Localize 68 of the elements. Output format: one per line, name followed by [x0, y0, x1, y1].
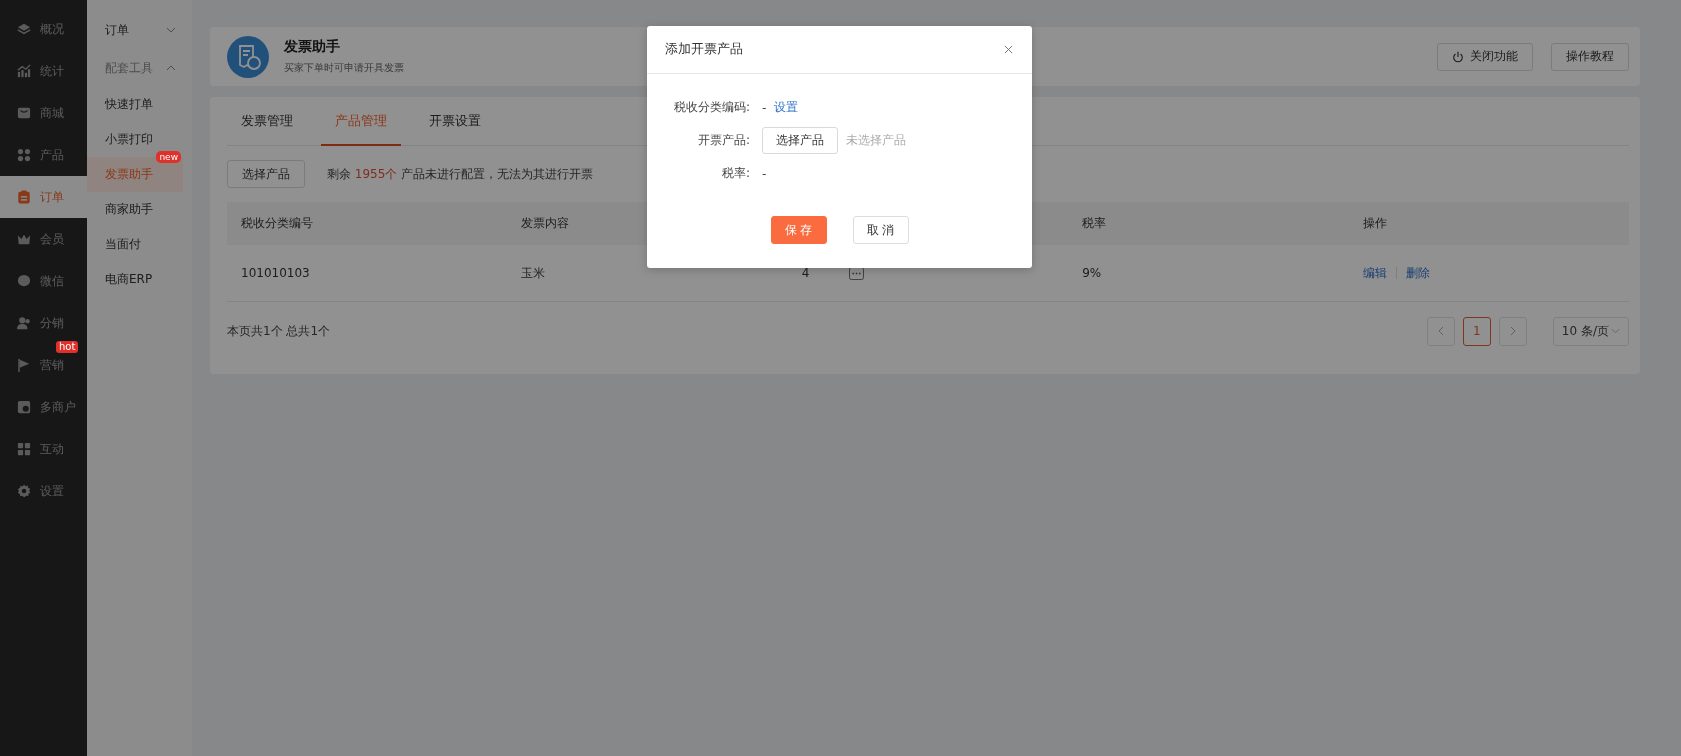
submenu-item[interactable]: 快速打单	[87, 87, 183, 122]
nav-item[interactable]: 统计	[0, 50, 87, 92]
table-cell: 4	[801, 266, 810, 280]
nav-item[interactable]: 会员	[0, 218, 87, 260]
edit-link[interactable]: 编辑	[1362, 264, 1387, 282]
column-header: 操作	[1361, 215, 1388, 232]
page-title: 发票助手	[284, 38, 341, 56]
field-hint: 未选择产品	[846, 132, 906, 149]
nav-item[interactable]: 营销	[0, 354, 87, 376]
column-header: 发票内容	[520, 215, 571, 232]
close-feature-button[interactable]: 关闭功能	[1437, 42, 1533, 71]
table-cell: 9%	[1082, 266, 1102, 280]
cancel-button[interactable]: 取 消	[852, 216, 909, 244]
field-label: 开票产品:	[696, 132, 750, 149]
chevron-down-icon	[1611, 328, 1620, 334]
hot-badge: hot	[56, 341, 79, 353]
nav-item[interactable]: 产品	[0, 134, 87, 176]
select-product-button[interactable]: 选择产品	[762, 127, 838, 154]
chevron-down-icon	[166, 27, 176, 33]
chevron-up-icon	[166, 65, 176, 71]
settings-icon	[17, 484, 31, 498]
submenu-item[interactable]: 当面付	[87, 227, 183, 262]
tutorial-button[interactable]: 操作教程	[1551, 42, 1629, 71]
nav-item[interactable]: 概况	[0, 8, 87, 50]
menu-group[interactable]: 配套工具	[87, 49, 192, 87]
submenu-item[interactable]: 商家助手	[87, 192, 183, 227]
field-label: 税收分类编码:	[672, 99, 750, 116]
invoice-icon	[227, 35, 269, 78]
column-header: 税率	[1081, 215, 1108, 232]
menu-group[interactable]: 订单	[87, 11, 192, 49]
apps-icon	[17, 442, 31, 456]
table-cell: 玉米	[521, 264, 546, 282]
nav-item[interactable]: 微信	[0, 260, 87, 302]
chevron-right-icon	[1509, 326, 1516, 336]
power-icon	[1452, 50, 1464, 63]
chart-icon	[17, 64, 31, 78]
close-icon[interactable]	[1004, 45, 1013, 54]
setup-link[interactable]: 设置	[774, 99, 799, 116]
flag-icon	[17, 358, 31, 372]
tab[interactable]: 发票管理	[227, 97, 307, 146]
save-button[interactable]: 保 存	[770, 216, 827, 244]
new-badge: new	[156, 151, 181, 163]
crown-icon	[17, 232, 31, 246]
page-summary: 本页共1个 总共1个	[227, 322, 331, 340]
delete-link[interactable]: 删除	[1405, 264, 1430, 282]
grid-icon	[17, 148, 31, 162]
users-icon	[17, 316, 31, 330]
page-size-select[interactable]: 10 条/页	[1552, 316, 1629, 346]
nav-item[interactable]: 互动	[0, 428, 87, 470]
page-button[interactable]: 1	[1462, 316, 1491, 346]
field-value: -	[762, 100, 767, 115]
select-product-button[interactable]: 选择产品	[227, 160, 305, 188]
tab[interactable]: 产品管理	[321, 97, 401, 146]
column-header: 税收分类编号	[240, 215, 314, 232]
tab[interactable]: 开票设置	[415, 97, 495, 146]
chevron-left-icon	[1437, 326, 1444, 336]
page-subtitle: 买家下单时可申请开具发票	[284, 61, 404, 75]
field-value: -	[762, 166, 767, 181]
clipboard-icon	[17, 190, 31, 204]
submenu-item[interactable]: 电商ERP	[87, 262, 183, 297]
nav-item[interactable]: 多商户	[0, 386, 87, 428]
notice-text: 剩余 1955个 产品未进行配置，无法为其进行开票	[327, 165, 594, 183]
layers-icon	[17, 22, 31, 36]
nav-item[interactable]: 商城	[0, 92, 87, 134]
table-cell: 101010103	[241, 266, 310, 280]
dialog-title: 添加开票产品	[665, 41, 743, 58]
nav-item[interactable]: 订单	[0, 176, 87, 218]
field-label: 税率:	[720, 165, 750, 182]
